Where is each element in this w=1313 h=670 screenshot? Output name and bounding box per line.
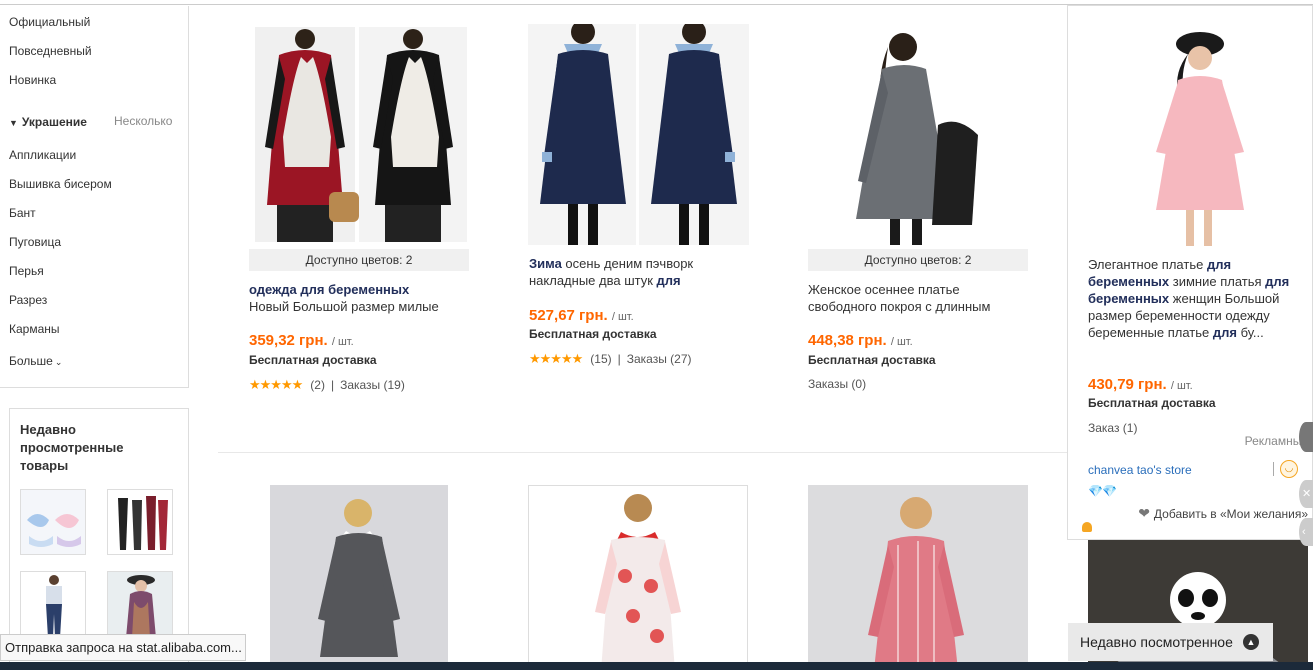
filter-decoration-applique[interactable]: Аппликации bbox=[9, 148, 76, 162]
product-1-price-unit: / шт. bbox=[331, 336, 354, 348]
product-2-rating: ★★★★★ (15) | Заказы (27) bbox=[529, 351, 692, 367]
store-link[interactable]: chanvea tao's store bbox=[1088, 463, 1192, 477]
filter-style-casual[interactable]: Повседневный bbox=[9, 44, 92, 58]
product-3-shipping: Бесплатная доставка bbox=[808, 353, 936, 367]
product-3-rating: Заказы (0) bbox=[808, 377, 866, 391]
product-3-orders-link[interactable]: Заказы (0) bbox=[808, 377, 866, 391]
wishlist-label: Добавить в «Мои желания» bbox=[1153, 507, 1308, 521]
featured-title-bold: для bbox=[1206, 257, 1232, 272]
recently-viewed-title: Недавно просмотренные товары bbox=[20, 422, 124, 473]
product-2-title[interactable]: Зима осень деним пэчворк накладные два ш… bbox=[529, 255, 749, 289]
recent-thumb-4[interactable] bbox=[107, 571, 173, 637]
recent-thumb-1[interactable] bbox=[20, 489, 86, 555]
recent-thumb-2[interactable] bbox=[107, 489, 173, 555]
recent-thumb-3[interactable] bbox=[20, 571, 86, 637]
product-1-title-rest: Новый Большой размер милые bbox=[249, 299, 439, 314]
product-2-title-bold-2: для bbox=[656, 273, 681, 288]
recently-viewed-panel: Недавно просмотренные товары bbox=[9, 408, 189, 670]
filter-decoration-heading-label: Украшение bbox=[21, 115, 87, 129]
product-2-price-value: 527,67 грн. bbox=[529, 307, 608, 324]
product-1-title[interactable]: одежда для беременных Новый Большой разме… bbox=[249, 281, 474, 315]
add-to-wishlist-button[interactable]: ❤ Добавить в «Мои желания» bbox=[1138, 505, 1308, 522]
product-2-orders-link[interactable]: Заказы (27) bbox=[627, 352, 692, 366]
filter-style-official[interactable]: Официальный bbox=[9, 15, 90, 29]
product-image-1[interactable] bbox=[249, 27, 469, 242]
featured-shipping: Бесплатная доставка bbox=[1088, 396, 1216, 410]
featured-price-unit: / шт. bbox=[1170, 380, 1193, 392]
browser-status-bar: Отправка запроса на stat.alibaba.com... bbox=[0, 634, 246, 661]
filter-decoration-bow[interactable]: Бант bbox=[9, 206, 36, 220]
product-1-colors-badge: Доступно цветов: 2 bbox=[249, 249, 469, 271]
product-2-title-bold: Зима bbox=[529, 256, 562, 271]
product-1-price-value: 359,32 грн. bbox=[249, 332, 328, 349]
featured-product-image[interactable] bbox=[1088, 24, 1310, 246]
featured-title-bold: беременных bbox=[1088, 274, 1170, 289]
os-taskbar bbox=[0, 662, 1313, 670]
product-3-price-value: 448,38 грн. bbox=[808, 332, 887, 349]
filter-sidebar: Официальный Повседневный Новинка ▼ Украше… bbox=[0, 6, 189, 388]
star-rating-icon: ★★★★★ bbox=[529, 351, 583, 366]
product-image-2[interactable] bbox=[528, 24, 749, 245]
product-3-colors-badge: Доступно цветов: 2 bbox=[808, 249, 1028, 271]
filter-decoration-button[interactable]: Пуговица bbox=[9, 235, 61, 249]
product-2-price: 527,67 грн. / шт. bbox=[529, 307, 634, 324]
filter-decoration-split[interactable]: Разрез bbox=[9, 293, 47, 307]
product-1-rating: ★★★★★ (2) | Заказы (19) bbox=[249, 377, 405, 393]
separator: | bbox=[330, 378, 335, 392]
product-image-3[interactable] bbox=[808, 25, 1028, 245]
featured-ad-card[interactable]: Элегантное платье для беременных зимние п… bbox=[1067, 5, 1313, 540]
filter-decoration-heading[interactable]: ▼ Украшение bbox=[9, 115, 87, 129]
filter-decoration-pockets[interactable]: Карманы bbox=[9, 322, 60, 336]
scroll-indicator[interactable] bbox=[1299, 422, 1313, 452]
featured-title-part: зимние платья bbox=[1169, 274, 1266, 289]
featured-title-bold: для bbox=[1212, 325, 1237, 340]
featured-title-part: бу... bbox=[1236, 325, 1264, 340]
filter-decoration-beading[interactable]: Вышивка бисером bbox=[9, 177, 112, 191]
product-2-shipping: Бесплатная доставка bbox=[529, 327, 657, 341]
star-rating-icon: ★★★★★ bbox=[249, 377, 303, 392]
separator bbox=[1273, 462, 1274, 476]
row-divider bbox=[218, 452, 1068, 453]
product-image-5[interactable] bbox=[528, 485, 748, 670]
caret-down-icon: ▼ bbox=[9, 118, 18, 128]
recently-viewed-toggle[interactable]: Недавно посмотренное ▲ bbox=[1068, 623, 1273, 661]
product-1-reviews-link[interactable]: (2) bbox=[310, 378, 325, 392]
diamond-rank-icon: 💎💎 bbox=[1088, 484, 1117, 498]
featured-title-part: Элегантное платье bbox=[1088, 257, 1207, 272]
product-1-price: 359,32 грн. / шт. bbox=[249, 332, 354, 349]
chevron-left-icon[interactable]: ‹ bbox=[1299, 518, 1313, 546]
filter-more-button[interactable]: Больше ⌄ bbox=[9, 354, 62, 368]
bell-icon bbox=[1082, 522, 1092, 532]
product-3-title[interactable]: Женское осеннее платье свободного покроя… bbox=[808, 281, 1028, 315]
product-2-price-unit: / шт. bbox=[611, 311, 634, 323]
product-1-shipping: Бесплатная доставка bbox=[249, 353, 377, 367]
product-1-orders-link[interactable]: Заказы (19) bbox=[340, 378, 405, 392]
separator: | bbox=[617, 352, 621, 366]
product-2-reviews-link[interactable]: (15) bbox=[590, 352, 611, 366]
filter-multiple-toggle[interactable]: Несколько bbox=[114, 114, 172, 128]
chevron-up-icon: ▲ bbox=[1243, 634, 1259, 650]
filter-style-new[interactable]: Новинка bbox=[9, 73, 56, 87]
featured-price-value: 430,79 грн. bbox=[1088, 376, 1167, 393]
product-3-price-unit: / шт. bbox=[890, 336, 913, 348]
product-3-price: 448,38 грн. / шт. bbox=[808, 332, 913, 349]
product-image-6[interactable] bbox=[808, 485, 1028, 670]
chevron-down-icon: ⌄ bbox=[54, 357, 63, 367]
filter-more-label: Больше bbox=[9, 354, 53, 368]
featured-price: 430,79 грн. / шт. bbox=[1088, 376, 1193, 393]
close-icon[interactable]: ✕ bbox=[1299, 480, 1313, 508]
featured-orders[interactable]: Заказ (1) bbox=[1088, 421, 1137, 435]
recently-viewed-toggle-label: Недавно посмотренное bbox=[1080, 634, 1233, 650]
filter-decoration-feathers[interactable]: Перья bbox=[9, 264, 44, 278]
featured-title[interactable]: Элегантное платье для беременных зимние п… bbox=[1088, 256, 1308, 341]
product-image-4[interactable] bbox=[270, 485, 448, 670]
heart-icon: ❤ bbox=[1138, 505, 1150, 521]
smiley-chat-icon[interactable]: ◡ bbox=[1280, 460, 1298, 478]
product-1-title-bold: одежда для беременных bbox=[249, 282, 410, 297]
